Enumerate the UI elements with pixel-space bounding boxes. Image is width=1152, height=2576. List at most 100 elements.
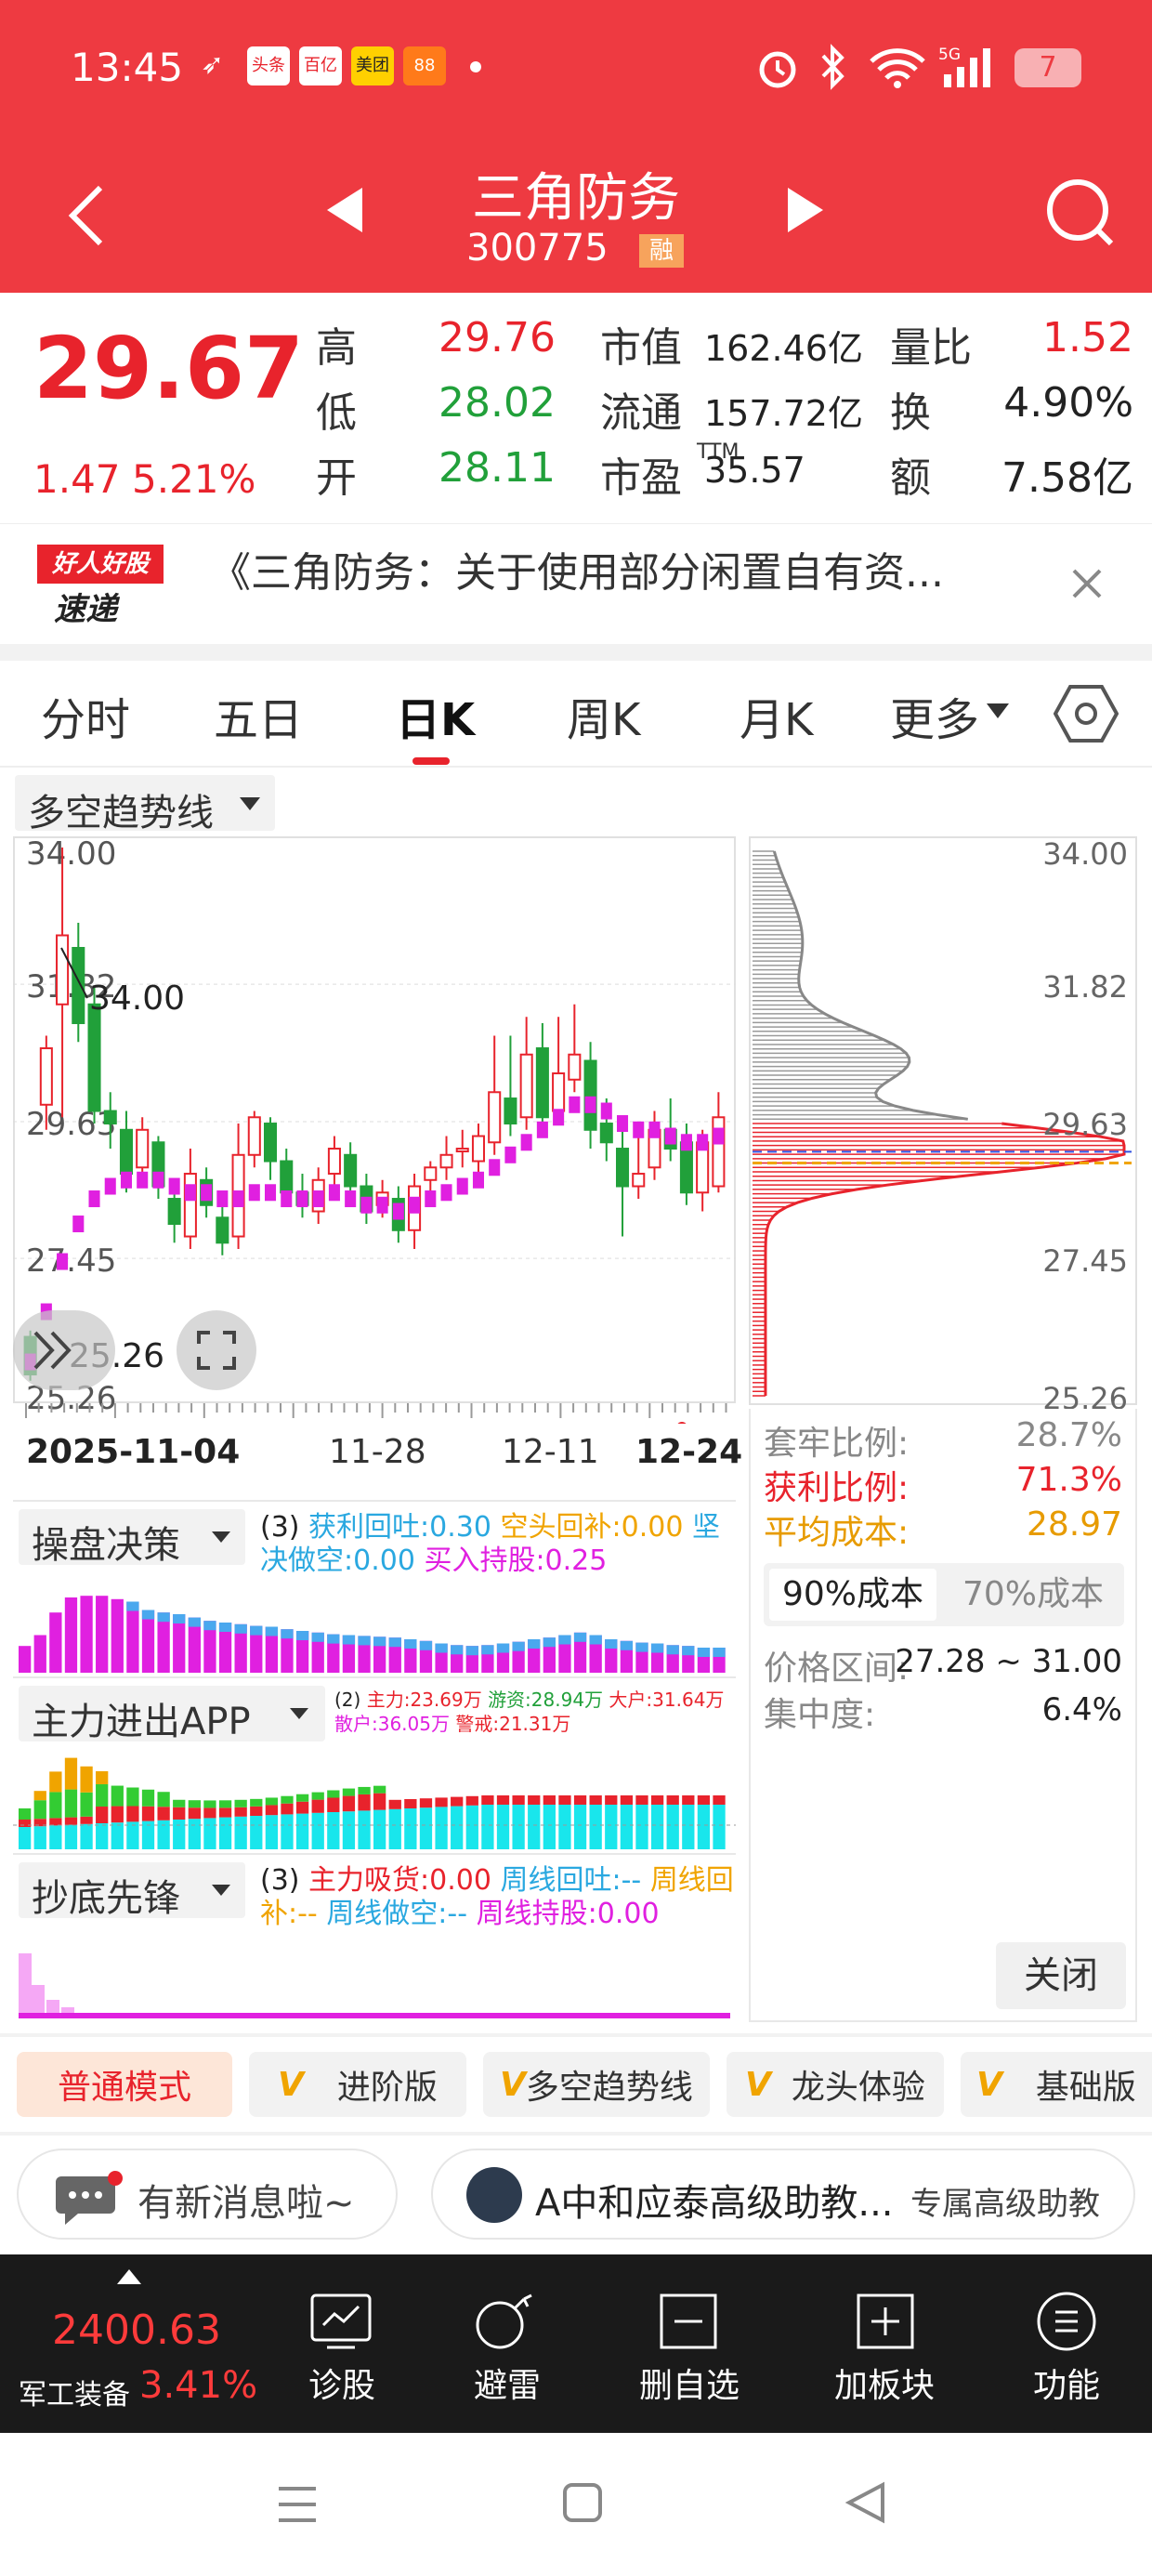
functions-label[interactable]: 功能 xyxy=(992,2359,1141,2407)
mode-trend-button[interactable]: V 多空趋势线 xyxy=(483,2052,710,2117)
remove-watchlist-label[interactable]: 删自选 xyxy=(615,2359,764,2407)
quote-label: 开 xyxy=(316,454,357,502)
indicator-3-name: 抄底先锋 xyxy=(32,1877,180,1920)
trend-segment xyxy=(152,1171,164,1189)
chevron-down-icon xyxy=(290,1708,308,1719)
indicator-1-params: (3) xyxy=(260,1511,300,1544)
indicator-2-cyan xyxy=(126,1821,139,1849)
mine-icon[interactable] xyxy=(472,2288,539,2351)
cost-distribution-chart: 34.00 31.82 29.63 27.45 25.26 xyxy=(749,836,1137,1409)
close-icon[interactable] xyxy=(1068,565,1106,602)
divider xyxy=(0,2132,1152,2136)
indicator-2-cyan xyxy=(234,1816,247,1849)
indicator-2-red xyxy=(388,1799,401,1809)
indicator-2-red xyxy=(203,1807,216,1819)
indicator-1-cap xyxy=(311,1632,324,1642)
tab-70-cost[interactable]: 70%成本 xyxy=(949,1569,1117,1621)
close-panel-button[interactable]: 关闭 xyxy=(996,1942,1126,2009)
indicator-2-cyan xyxy=(650,1805,664,1849)
expand-panel-button[interactable] xyxy=(13,1310,115,1390)
tab-minute[interactable]: 分时 xyxy=(41,683,130,748)
status-bar: 13:45 ➶ 头条 百亿 美团 88 5G 7 xyxy=(0,0,1152,139)
check-v-icon: V xyxy=(500,2065,526,2104)
next-stock-icon[interactable] xyxy=(782,182,829,238)
menu-icon[interactable] xyxy=(1035,2290,1098,2353)
price-change: 1.47 xyxy=(33,456,121,502)
indicator-1-cap xyxy=(697,1648,711,1657)
indicator-2-cyan xyxy=(188,1819,201,1849)
indicator-2-red xyxy=(404,1799,417,1808)
mode-basic-button[interactable]: V 基础版 xyxy=(961,2052,1152,2117)
prev-stock-icon[interactable] xyxy=(321,182,368,238)
indicator-2-green xyxy=(218,1800,232,1808)
mode-leader-button[interactable]: V 龙头体验 xyxy=(727,2052,944,2117)
assistant-button[interactable]: A中和应泰高级助教... 专属高级助教 xyxy=(431,2149,1135,2240)
candle-body xyxy=(615,1148,630,1188)
trend-segment xyxy=(472,1171,485,1189)
new-message-button[interactable]: 有新消息啦~ xyxy=(17,2149,398,2240)
trend-segment xyxy=(296,1190,308,1208)
back-icon[interactable] xyxy=(59,178,115,253)
indicator-2-cyan xyxy=(64,1824,78,1849)
tab-monthly-k[interactable]: 月K xyxy=(740,683,813,748)
indicator-2-red xyxy=(80,1816,93,1824)
indicator-2-red xyxy=(451,1796,464,1807)
sector-index-value: 2400.63 xyxy=(52,2307,221,2354)
settings-hex-icon[interactable] xyxy=(1054,681,1119,746)
diagnose-label[interactable]: 诊股 xyxy=(268,2359,416,2407)
news-headline[interactable]: 《三角防务：关于使用部分闲置自有资... xyxy=(210,539,1009,598)
tab-daily-k[interactable]: 日K xyxy=(396,683,475,748)
indicator-2-red xyxy=(64,1817,78,1825)
kline-chart[interactable]: 34.0031.8229.6327.4525.2634.0025.26 xyxy=(13,836,736,1424)
tab-five-day[interactable]: 五日 xyxy=(214,683,303,748)
indicator-2-select[interactable]: 主力进出APP xyxy=(19,1686,325,1743)
back-nav-icon[interactable] xyxy=(844,2479,888,2526)
indicator-2-red xyxy=(265,1805,279,1816)
home-icon[interactable] xyxy=(561,2481,604,2524)
recent-apps-icon[interactable] xyxy=(275,2483,320,2526)
indicator-2-cyan xyxy=(33,1826,46,1849)
indicator-3-select[interactable]: 抄底先锋 xyxy=(19,1862,245,1920)
candle-body xyxy=(535,1047,549,1119)
concentration-label: 集中度: xyxy=(764,1696,876,1734)
diagnose-icon[interactable] xyxy=(308,2292,373,2351)
indicator-1-cap xyxy=(512,1641,525,1651)
cost-tabs: 90%成本 70%成本 xyxy=(764,1563,1124,1626)
avoid-risk-label[interactable]: 避雷 xyxy=(433,2359,582,2407)
indicator-1-cap xyxy=(203,1621,216,1631)
candle-body xyxy=(504,1097,517,1125)
indicator-2-red xyxy=(713,1795,726,1805)
add-sector-label[interactable]: 加板块 xyxy=(810,2359,959,2407)
trend-segment xyxy=(328,1184,340,1202)
tab-weekly-k[interactable]: 周K xyxy=(567,683,640,748)
news-ticker[interactable]: 好人好股 速递 《三角防务：关于使用部分闲置自有资... xyxy=(0,523,1152,644)
legend-retail: 散户:36.05万 xyxy=(334,1713,450,1735)
fullscreen-button[interactable] xyxy=(177,1310,256,1390)
candle-body xyxy=(136,1128,150,1169)
remove-watchlist-icon[interactable] xyxy=(658,2292,719,2351)
indicator-1-select[interactable]: 操盘决策 xyxy=(19,1509,245,1567)
indicator-2-red xyxy=(589,1795,602,1805)
indicator-1-cap xyxy=(573,1632,587,1642)
indicator-1-cap xyxy=(496,1643,510,1653)
candle-body xyxy=(327,1148,341,1176)
search-icon[interactable] xyxy=(1041,173,1119,251)
tab-more[interactable]: 更多 xyxy=(890,683,979,748)
indicator-2-red xyxy=(358,1794,371,1811)
fullscreen-icon xyxy=(197,1331,236,1370)
mode-advanced-button[interactable]: V 进阶版 xyxy=(249,2052,466,2117)
add-sector-icon[interactable] xyxy=(855,2292,916,2351)
legend-hot-money: 游资:28.94万 xyxy=(488,1689,604,1711)
indicator-2-cyan xyxy=(342,1811,356,1849)
candle-body xyxy=(568,1053,582,1081)
indicator-1-cap xyxy=(234,1623,247,1634)
mode-normal-button[interactable]: 普通模式 xyxy=(17,2052,232,2117)
legend-buy-hold: 买入持股:0.25 xyxy=(424,1544,608,1577)
quote-value: 28.02 xyxy=(439,379,556,427)
indicator-select[interactable]: 多空趋势线 xyxy=(15,775,275,835)
indicator-2-red xyxy=(666,1795,679,1805)
tab-90-cost[interactable]: 90%成本 xyxy=(769,1569,936,1621)
expand-up-icon[interactable] xyxy=(115,2267,143,2286)
indicator-2-cyan xyxy=(218,1817,232,1849)
margin-badge: 融 xyxy=(639,234,684,268)
